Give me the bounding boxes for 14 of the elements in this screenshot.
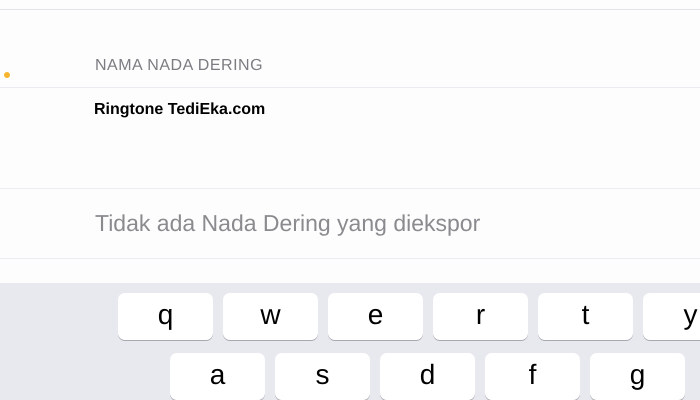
keyboard-key[interactable]: f (485, 353, 580, 400)
keyboard-key[interactable]: y (643, 293, 700, 340)
input-field[interactable]: Ringtone TediEka.com (94, 99, 494, 121)
keyboard-key[interactable]: r (433, 293, 528, 340)
keyboard-key[interactable]: t (538, 293, 633, 340)
keyboard-key[interactable]: a (170, 353, 265, 400)
keyboard-key[interactable]: e (328, 293, 423, 340)
keyboard-key[interactable]: d (380, 353, 475, 400)
keyboard-key[interactable]: q (118, 293, 213, 340)
keyboard-key[interactable]: g (590, 353, 685, 400)
keyboard-key[interactable]: s (275, 353, 370, 400)
section-header: NAMA NADA DERING (95, 56, 264, 76)
empty-message: Tidak ada Nada Dering yang diekspor (95, 209, 480, 238)
keyboard-key[interactable]: w (223, 293, 318, 340)
